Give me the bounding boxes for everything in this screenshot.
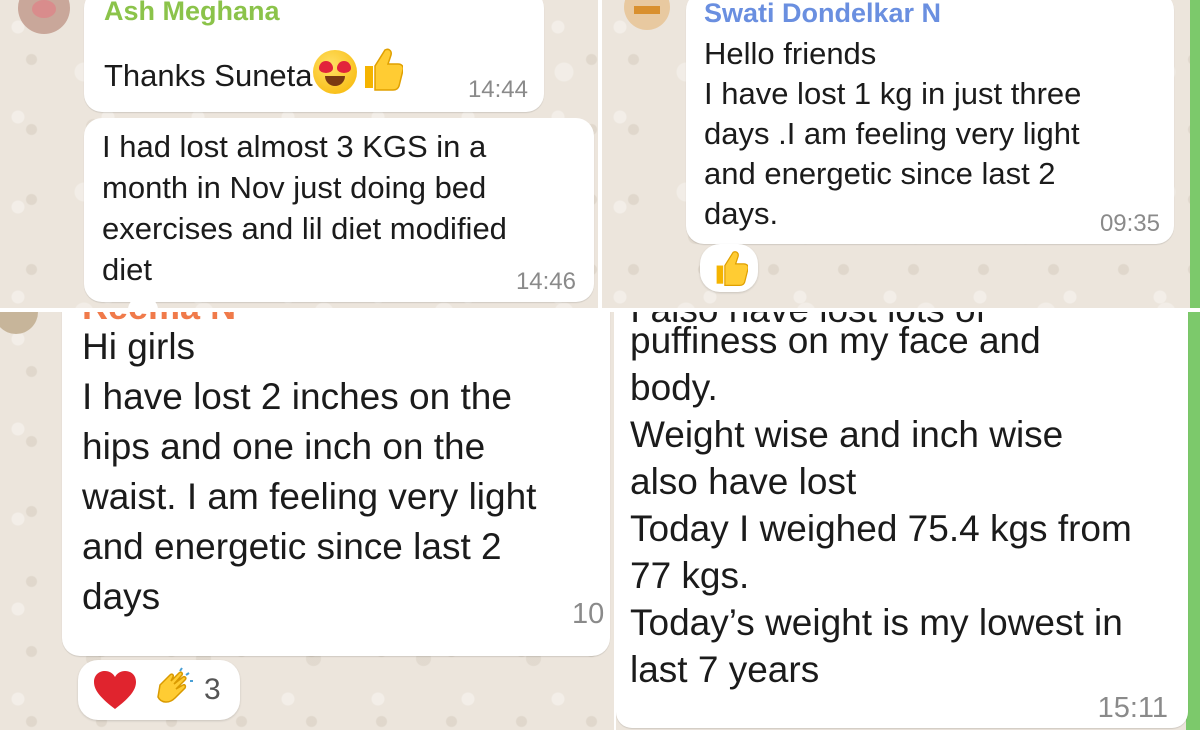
accent-stripe [1190,0,1200,308]
heart-icon [94,671,136,709]
sender-name: Swati Dondelkar N [704,0,942,28]
message-bubble[interactable]: I had lost almost 3 KGS in a month in No… [84,118,594,302]
message-timestamp: 14:44 [467,76,528,103]
sender-name: Ash Meghana [104,0,280,26]
chat-panel-bottom-left: Reema N Hi girls I have lost 2 inches on… [0,312,614,730]
message-bubble[interactable]: Ash Meghana Thanks Suneta 14:44 [84,0,544,112]
message-text: Hi girls I have lost 2 inches on the hip… [82,326,537,617]
clapping-hands-icon [157,667,193,703]
thumbs-up-icon [364,48,403,91]
chat-panel-bottom-right: I also have lost lots of puffiness on my… [616,312,1200,730]
chat-panel-top-left: Ash Meghana Thanks Suneta 14:44 I had lo… [0,0,598,308]
message-timestamp: 14:46 [515,268,576,295]
avatar[interactable] [0,312,38,334]
message-timestamp: 15:11 [1097,692,1168,724]
message-text: Thanks Suneta [104,46,403,96]
message-bubble[interactable]: Swati Dondelkar N Hello friends I have l… [686,0,1174,244]
message-text: puffiness on my face and body. Weight wi… [630,320,1132,690]
avatar[interactable] [624,0,670,30]
message-bubble[interactable]: I also have lost lots of puffiness on my… [616,312,1188,728]
heart-eyes-emoji-icon [312,50,357,94]
message-timestamp: 10 [572,598,605,630]
message-bubble[interactable]: Reema N Hi girls I have lost 2 inches on… [62,312,610,656]
thumbs-up-icon [716,251,748,286]
chat-panel-top-right: Swati Dondelkar N Hello friends I have l… [602,0,1200,308]
accent-stripe [1186,312,1200,730]
reaction-pill[interactable] [700,244,758,292]
reaction-pill[interactable]: 3 [78,660,240,720]
message-text: Hello friends I have lost 1 kg in just t… [704,36,1082,231]
message-timestamp: 09:35 [1099,210,1160,237]
avatar[interactable] [18,0,70,34]
message-text: I had lost almost 3 KGS in a month in No… [102,129,507,287]
reaction-count: 3 [204,673,221,706]
